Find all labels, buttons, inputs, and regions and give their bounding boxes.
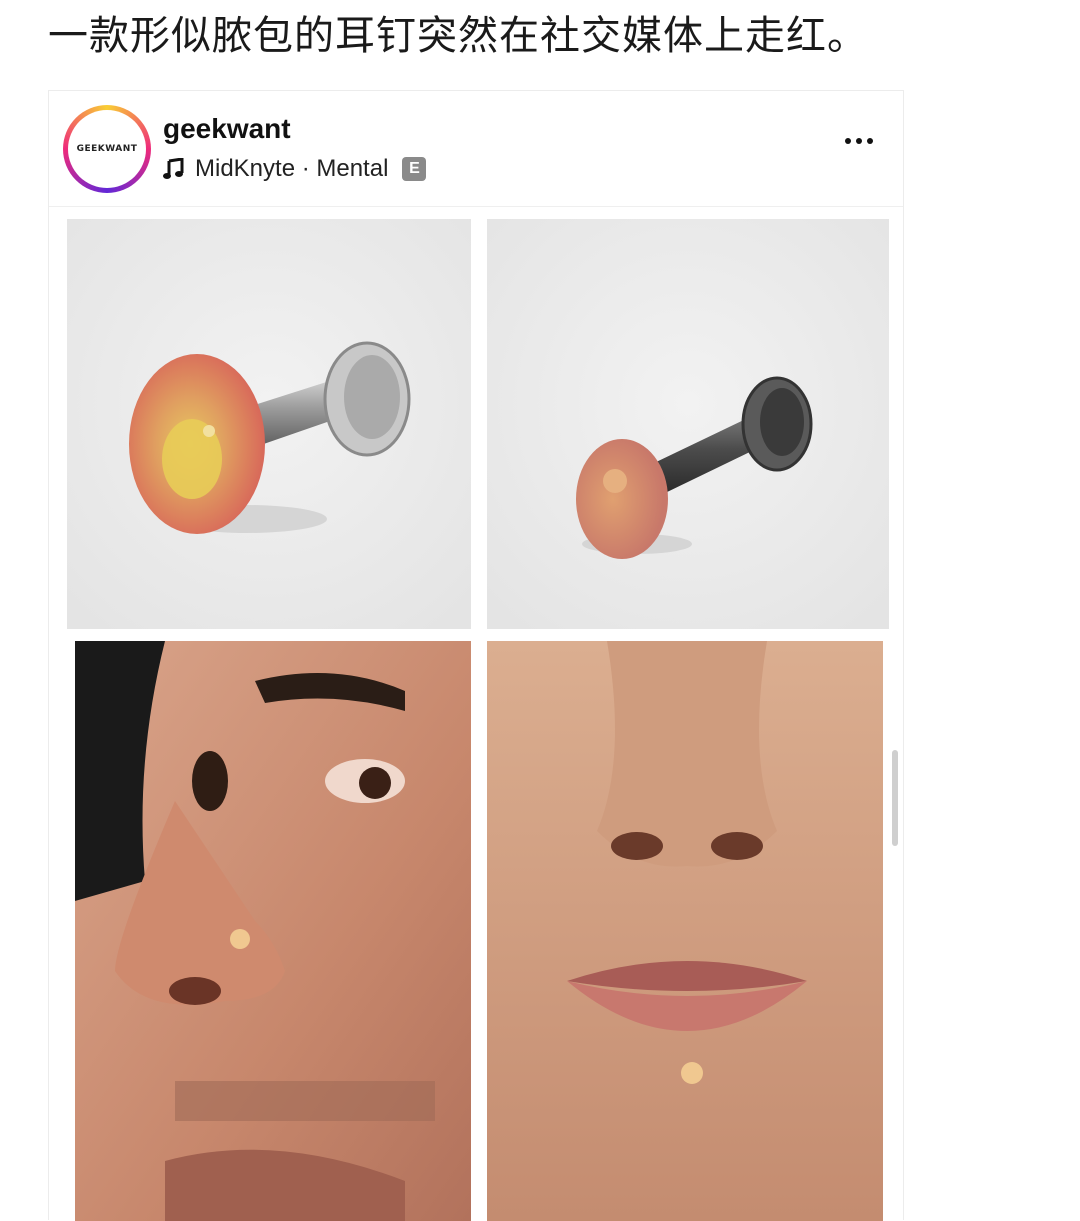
instagram-post-card: GEEKWANT geekwant MidKnyte · Mental E (48, 90, 904, 1221)
avatar-inner: GEEKWANT (68, 110, 146, 188)
model-photo-lip-piercing[interactable] (487, 641, 883, 1221)
scrollbar[interactable] (892, 750, 898, 846)
more-dot-icon (856, 138, 862, 144)
more-dot-icon (867, 138, 873, 144)
explicit-badge: E (402, 157, 427, 181)
music-note-icon (163, 158, 185, 180)
product-photo-dark[interactable] (487, 219, 889, 629)
product-photo-silver[interactable] (67, 219, 471, 629)
post-header: GEEKWANT geekwant MidKnyte · Mental E (49, 91, 903, 207)
username-link[interactable]: geekwant (163, 113, 291, 145)
music-text: MidKnyte · Mental (195, 155, 389, 182)
music-attribution[interactable]: MidKnyte · Mental E (163, 155, 427, 183)
avatar-logo-text: GEEKWANT (76, 144, 138, 154)
avatar[interactable]: GEEKWANT (63, 105, 151, 193)
model-photo-nose-piercing[interactable] (75, 641, 471, 1221)
more-dot-icon (845, 138, 851, 144)
more-options-button[interactable] (839, 131, 879, 151)
page-headline: 一款形似脓包的耳钉突然在社交媒体上走红。 (48, 13, 868, 59)
